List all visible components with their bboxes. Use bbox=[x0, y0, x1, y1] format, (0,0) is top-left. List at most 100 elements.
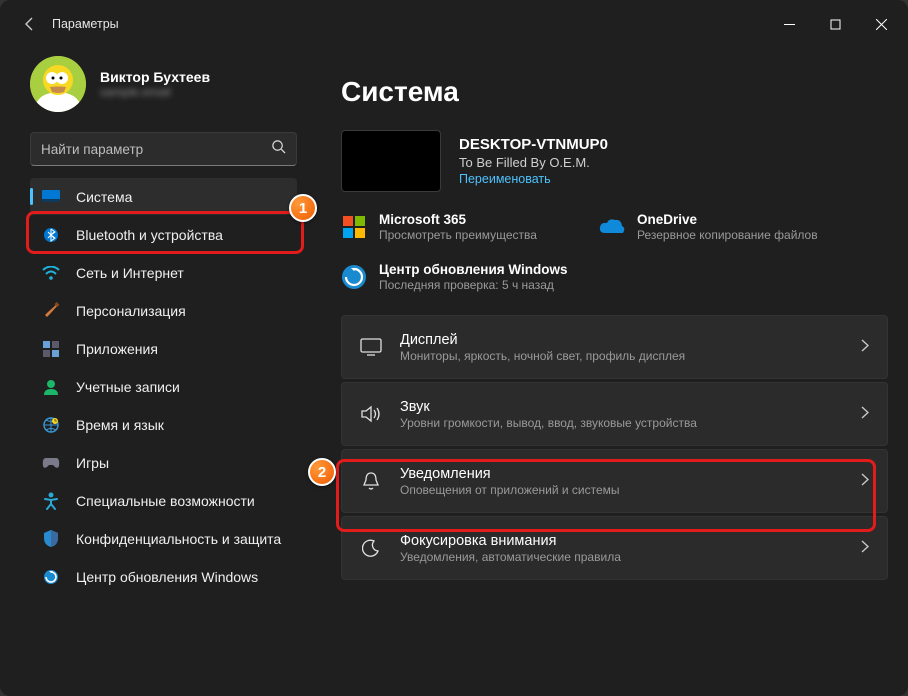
bluetooth-icon bbox=[42, 226, 60, 244]
nav-label: Специальные возможности bbox=[76, 493, 255, 509]
settings-card-list: Дисплей Мониторы, яркость, ночной свет, … bbox=[341, 315, 888, 580]
chevron-right-icon bbox=[861, 406, 869, 422]
brush-icon bbox=[42, 302, 60, 320]
tile-desc: Резервное копирование файлов bbox=[637, 228, 818, 244]
profile-name: Виктор Бухтеев bbox=[100, 69, 210, 85]
chevron-right-icon bbox=[861, 339, 869, 355]
annotation-badge-1: 1 bbox=[289, 194, 317, 222]
device-model: To Be Filled By O.E.M. bbox=[459, 155, 608, 170]
gamepad-icon bbox=[42, 454, 60, 472]
nav-label: Система bbox=[76, 189, 132, 205]
card-title: Уведомления bbox=[400, 466, 843, 482]
card-body: Фокусировка внимания Уведомления, автома… bbox=[400, 533, 843, 564]
wu-title: Центр обновления Windows bbox=[379, 262, 568, 277]
profile-email: sample.email bbox=[100, 85, 210, 99]
window-title: Параметры bbox=[52, 17, 119, 31]
card-desc: Мониторы, яркость, ночной свет, профиль … bbox=[400, 349, 843, 363]
nav-label: Время и язык bbox=[76, 417, 164, 433]
card-title: Звук bbox=[400, 399, 843, 415]
card-body: Дисплей Мониторы, яркость, ночной свет, … bbox=[400, 332, 843, 363]
nav-item-bluetooth[interactable]: Bluetooth и устройства bbox=[30, 216, 297, 253]
tile-title: Microsoft 365 bbox=[379, 212, 537, 227]
globe-icon bbox=[42, 416, 60, 434]
nav-item-apps[interactable]: Приложения bbox=[30, 330, 297, 367]
content-pane: Система DESKTOP-VTNMUP0 To Be Filled By … bbox=[305, 48, 908, 696]
search-icon bbox=[271, 139, 286, 159]
window-body: Виктор Бухтеев sample.email Система bbox=[0, 48, 908, 696]
tile-title: OneDrive bbox=[637, 212, 818, 227]
person-icon bbox=[42, 378, 60, 396]
nav-label: Персонализация bbox=[76, 303, 186, 319]
shield-icon bbox=[42, 530, 60, 548]
chevron-right-icon bbox=[861, 473, 869, 489]
tile-onedrive[interactable]: OneDrive Резервное копирование файлов bbox=[599, 212, 839, 244]
tile-body: Microsoft 365 Просмотреть преимущества bbox=[379, 212, 537, 244]
windows-update-tile[interactable]: Центр обновления Windows Последняя прове… bbox=[341, 262, 888, 294]
wu-desc: Последняя проверка: 5 ч назад bbox=[379, 278, 568, 294]
maximize-button[interactable] bbox=[812, 4, 858, 44]
nav-item-accessibility[interactable]: Специальные возможности bbox=[30, 482, 297, 519]
card-focus[interactable]: Фокусировка внимания Уведомления, автома… bbox=[341, 516, 888, 580]
nav-item-gaming[interactable]: Игры bbox=[30, 444, 297, 481]
sidebar: Виктор Бухтеев sample.email Система bbox=[0, 48, 305, 696]
back-button[interactable] bbox=[12, 6, 48, 42]
nav-list: Система Bluetooth и устройства Сеть и Ин… bbox=[30, 178, 297, 595]
tile-body: OneDrive Резервное копирование файлов bbox=[637, 212, 818, 244]
info-tiles: Microsoft 365 Просмотреть преимущества O… bbox=[341, 212, 888, 244]
bell-icon bbox=[360, 470, 382, 492]
update-icon bbox=[341, 264, 367, 290]
system-icon bbox=[42, 188, 60, 206]
search-box[interactable] bbox=[30, 132, 297, 166]
card-sound[interactable]: Звук Уровни громкости, вывод, ввод, звук… bbox=[341, 382, 888, 446]
tile-m365[interactable]: Microsoft 365 Просмотреть преимущества bbox=[341, 212, 581, 244]
page-title: Система bbox=[341, 76, 888, 108]
titlebar: Параметры bbox=[0, 0, 908, 48]
profile-info: Виктор Бухтеев sample.email bbox=[100, 69, 210, 99]
rename-link[interactable]: Переименовать bbox=[459, 172, 608, 186]
device-thumbnail bbox=[341, 130, 441, 192]
card-desc: Оповещения от приложений и системы bbox=[400, 483, 843, 497]
m365-icon bbox=[341, 214, 367, 240]
annotation-badge-2: 2 bbox=[308, 458, 336, 486]
profile-section[interactable]: Виктор Бухтеев sample.email bbox=[30, 48, 297, 120]
device-name: DESKTOP-VTNMUP0 bbox=[459, 136, 608, 153]
nav-label: Конфиденциальность и защита bbox=[76, 531, 281, 547]
tile-body: Центр обновления Windows Последняя прове… bbox=[379, 262, 568, 294]
apps-icon bbox=[42, 340, 60, 358]
moon-icon bbox=[360, 537, 382, 559]
wifi-icon bbox=[42, 264, 60, 282]
minimize-button[interactable] bbox=[766, 4, 812, 44]
settings-window: Параметры bbox=[0, 0, 908, 696]
nav-label: Учетные записи bbox=[76, 379, 180, 395]
nav-label: Приложения bbox=[76, 341, 158, 357]
accessibility-icon bbox=[42, 492, 60, 510]
card-title: Фокусировка внимания bbox=[400, 533, 843, 549]
card-notifications[interactable]: Уведомления Оповещения от приложений и с… bbox=[341, 449, 888, 513]
device-info: DESKTOP-VTNMUP0 To Be Filled By O.E.M. П… bbox=[459, 136, 608, 186]
card-title: Дисплей bbox=[400, 332, 843, 348]
nav-item-privacy[interactable]: Конфиденциальность и защита bbox=[30, 520, 297, 557]
nav-item-update[interactable]: Центр обновления Windows bbox=[30, 558, 297, 595]
nav-item-accounts[interactable]: Учетные записи bbox=[30, 368, 297, 405]
update-icon bbox=[42, 568, 60, 586]
search-input[interactable] bbox=[41, 142, 271, 157]
nav-label: Игры bbox=[76, 455, 109, 471]
device-header: DESKTOP-VTNMUP0 To Be Filled By O.E.M. П… bbox=[341, 130, 888, 192]
card-body: Уведомления Оповещения от приложений и с… bbox=[400, 466, 843, 497]
avatar bbox=[30, 56, 86, 112]
nav-label: Bluetooth и устройства bbox=[76, 227, 223, 243]
nav-item-time[interactable]: Время и язык bbox=[30, 406, 297, 443]
nav-item-network[interactable]: Сеть и Интернет bbox=[30, 254, 297, 291]
nav-label: Сеть и Интернет bbox=[76, 265, 184, 281]
card-display[interactable]: Дисплей Мониторы, яркость, ночной свет, … bbox=[341, 315, 888, 379]
card-desc: Уведомления, автоматические правила bbox=[400, 550, 843, 564]
card-body: Звук Уровни громкости, вывод, ввод, звук… bbox=[400, 399, 843, 430]
onedrive-icon bbox=[599, 214, 625, 240]
nav-label: Центр обновления Windows bbox=[76, 569, 258, 585]
sound-icon bbox=[360, 403, 382, 425]
window-controls bbox=[766, 4, 904, 44]
nav-item-system[interactable]: Система bbox=[30, 178, 297, 215]
nav-item-personalization[interactable]: Персонализация bbox=[30, 292, 297, 329]
tile-desc: Просмотреть преимущества bbox=[379, 228, 537, 244]
close-button[interactable] bbox=[858, 4, 904, 44]
